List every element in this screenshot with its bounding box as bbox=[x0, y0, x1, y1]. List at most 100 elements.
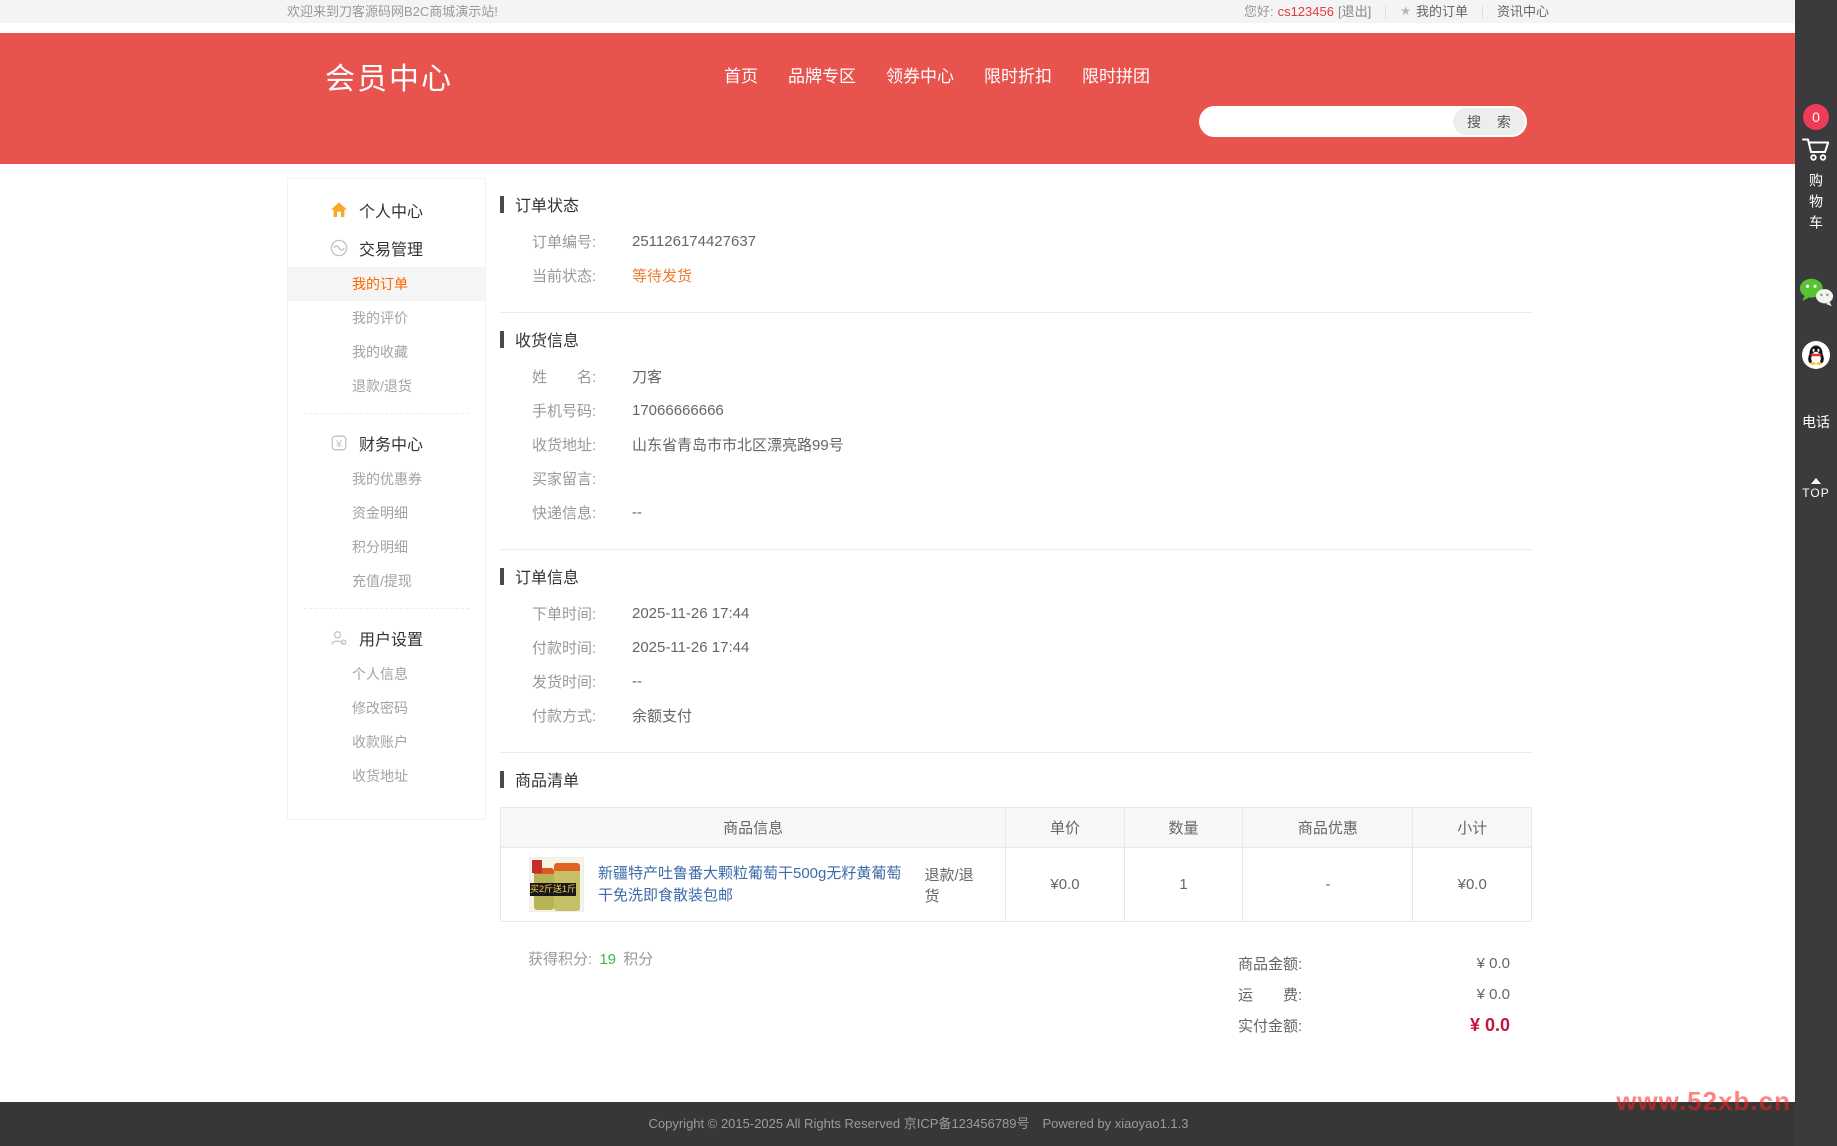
phone-link[interactable]: 电话 bbox=[1802, 412, 1830, 432]
nav-item-home[interactable]: 首页 bbox=[724, 62, 758, 87]
product-title-link[interactable]: 新疆特产吐鲁番大颗粒葡萄干500g无籽黄葡萄干免洗即食散装包邮 bbox=[598, 863, 910, 907]
product-cell: 买2斤送1斤 新疆特产吐鲁番大颗粒葡萄干500g无籽黄葡萄干免洗即食散装包邮 退… bbox=[501, 848, 1005, 921]
nav-item-brands[interactable]: 品牌专区 bbox=[788, 62, 856, 87]
up-arrow-icon bbox=[1811, 478, 1821, 484]
points-earned: 获得积分: 19 积分 bbox=[528, 948, 653, 1041]
logout-link[interactable]: [退出] bbox=[1338, 0, 1371, 23]
page-title: 会员中心 bbox=[325, 54, 453, 98]
points-unit: 积分 bbox=[623, 951, 653, 968]
svg-text:¥: ¥ bbox=[335, 438, 342, 450]
order-state-value: 等待发货 bbox=[632, 265, 692, 286]
shipped-time-value: -- bbox=[632, 673, 642, 690]
section-shipping-info: 收货信息 bbox=[500, 327, 1532, 351]
home-icon bbox=[330, 201, 348, 219]
payment-method-value: 余额支付 bbox=[632, 705, 692, 726]
divider bbox=[500, 752, 1532, 753]
divider bbox=[500, 549, 1532, 550]
refund-link[interactable]: 退款/退货 bbox=[924, 864, 991, 906]
sidebar-item-shipping-address[interactable]: 收货地址 bbox=[288, 759, 485, 793]
section-goods-list: 商品清单 bbox=[500, 767, 1532, 791]
paid-time-value: 2025-11-26 17:44 bbox=[632, 639, 749, 656]
express-info-value: -- bbox=[632, 504, 642, 521]
product-image-caption: 买2斤送1斤 bbox=[530, 883, 576, 896]
cart-count-badge: 0 bbox=[1803, 104, 1829, 130]
welcome-text: 欢迎来到刀客源码网B2C商城演示站! bbox=[287, 0, 498, 23]
back-to-top-button[interactable]: TOP bbox=[1802, 478, 1829, 500]
sidebar-item-recharge-withdraw[interactable]: 充值/提现 bbox=[288, 564, 485, 598]
points-label: 获得积分: bbox=[528, 951, 592, 968]
phone-value: 17066666666 bbox=[632, 402, 724, 419]
address-label: 收货地址: bbox=[532, 434, 622, 455]
topbar-my-orders-link[interactable]: 我的订单 bbox=[1416, 0, 1468, 23]
section-bar bbox=[500, 196, 504, 213]
sidebar-item-personal-center[interactable]: 个人中心 bbox=[288, 191, 485, 229]
footer: Copyright © 2015-2025 All Rights Reserve… bbox=[0, 1102, 1837, 1146]
topbar-news-link[interactable]: 资讯中心 bbox=[1497, 0, 1549, 23]
sidebar-section-label: 个人中心 bbox=[359, 198, 423, 222]
created-time-label: 下单时间: bbox=[532, 603, 622, 624]
side-dock: 0 购物车 电话 TOP bbox=[1795, 0, 1837, 1146]
nav-item-discount[interactable]: 限时折扣 bbox=[984, 62, 1052, 87]
cart-icon[interactable] bbox=[1801, 135, 1831, 163]
product-image[interactable]: 买2斤送1斤 bbox=[529, 857, 584, 912]
sidebar-item-my-coupons[interactable]: 我的优惠券 bbox=[288, 462, 485, 496]
order-number-value: 251126174427637 bbox=[632, 233, 756, 250]
sidebar-item-profile[interactable]: 个人信息 bbox=[288, 657, 485, 691]
top-spacer bbox=[0, 23, 1837, 33]
receiver-name-value: 刀客 bbox=[632, 366, 662, 387]
order-detail-panel: 订单状态 订单编号: 251126174427637 当前状态: 等待发货 收货… bbox=[500, 178, 1549, 1080]
copyright-text: Copyright © 2015-2025 All Rights Reserve… bbox=[649, 1116, 1189, 1131]
divider bbox=[1385, 6, 1386, 18]
sidebar-item-my-reviews[interactable]: 我的评价 bbox=[288, 301, 485, 335]
divider bbox=[304, 413, 469, 414]
divider bbox=[1482, 6, 1483, 18]
site-header: 会员中心 首页 品牌专区 领券中心 限时折扣 限时拼团 搜 索 bbox=[0, 33, 1837, 164]
trade-icon bbox=[330, 239, 348, 257]
order-summary: 获得积分: 19 积分 商品金额: ¥ 0.0 运 费: ¥ 0.0 实付金额: bbox=[500, 948, 1532, 1041]
discount-cell: - bbox=[1243, 848, 1413, 922]
sidebar-section-label: 财务中心 bbox=[359, 431, 423, 455]
nav-item-coupons[interactable]: 领券中心 bbox=[886, 62, 954, 87]
sidebar-item-payment-account[interactable]: 收款账户 bbox=[288, 725, 485, 759]
shipping-fee-value: ¥ 0.0 bbox=[1477, 986, 1510, 1003]
address-value: 山东省青岛市市北区漂亮路99号 bbox=[632, 434, 844, 455]
sidebar-item-my-favorites[interactable]: 我的收藏 bbox=[288, 335, 485, 369]
section-title-text: 商品清单 bbox=[515, 767, 579, 791]
wechat-icon[interactable] bbox=[1798, 276, 1834, 308]
cart-label[interactable]: 购物车 bbox=[1806, 173, 1826, 236]
search-box: 搜 索 bbox=[1199, 106, 1527, 137]
sidebar-section-label: 用户设置 bbox=[359, 626, 423, 650]
goods-table: 商品信息 单价 数量 商品优惠 小计 bbox=[500, 807, 1532, 922]
finance-icon: ¥ bbox=[330, 434, 348, 452]
star-icon: ★ bbox=[1400, 0, 1411, 23]
receiver-name-label: 姓 名: bbox=[532, 366, 622, 387]
search-input[interactable] bbox=[1199, 108, 1451, 135]
back-to-top-label: TOP bbox=[1802, 486, 1829, 500]
subtotal-cell: ¥0.0 bbox=[1413, 848, 1532, 922]
user-icon bbox=[330, 629, 348, 647]
goods-amount-label: 商品金额: bbox=[1238, 953, 1302, 974]
unit-price-cell: ¥0.0 bbox=[1006, 848, 1125, 922]
qq-icon[interactable] bbox=[1801, 340, 1831, 370]
paid-time-label: 付款时间: bbox=[532, 637, 622, 658]
section-order-status: 订单状态 bbox=[500, 192, 1532, 216]
order-state-label: 当前状态: bbox=[532, 265, 622, 286]
sidebar-item-points-detail[interactable]: 积分明细 bbox=[288, 530, 485, 564]
sidebar-item-my-orders[interactable]: 我的订单 bbox=[288, 267, 485, 301]
username: cs123456 bbox=[1278, 0, 1334, 23]
watermark: www.52xb.cn bbox=[1616, 1086, 1791, 1117]
order-number-label: 订单编号: bbox=[532, 231, 622, 252]
sidebar-item-funds-detail[interactable]: 资金明细 bbox=[288, 496, 485, 530]
col-header-discount: 商品优惠 bbox=[1243, 808, 1413, 848]
points-value: 19 bbox=[599, 951, 616, 968]
quantity-cell: 1 bbox=[1124, 848, 1243, 922]
payment-method-label: 付款方式: bbox=[532, 705, 622, 726]
topbar: 欢迎来到刀客源码网B2C商城演示站! 您好: cs123456 [退出] ★ 我… bbox=[0, 0, 1837, 23]
paid-amount-label: 实付金额: bbox=[1238, 1015, 1302, 1036]
sidebar-section-finance: ¥ 财务中心 bbox=[288, 424, 485, 462]
search-button[interactable]: 搜 索 bbox=[1453, 108, 1525, 135]
section-bar bbox=[500, 331, 504, 348]
sidebar-item-change-password[interactable]: 修改密码 bbox=[288, 691, 485, 725]
nav-item-groupbuy[interactable]: 限时拼团 bbox=[1082, 62, 1150, 87]
sidebar-item-refunds[interactable]: 退款/退货 bbox=[288, 369, 485, 403]
